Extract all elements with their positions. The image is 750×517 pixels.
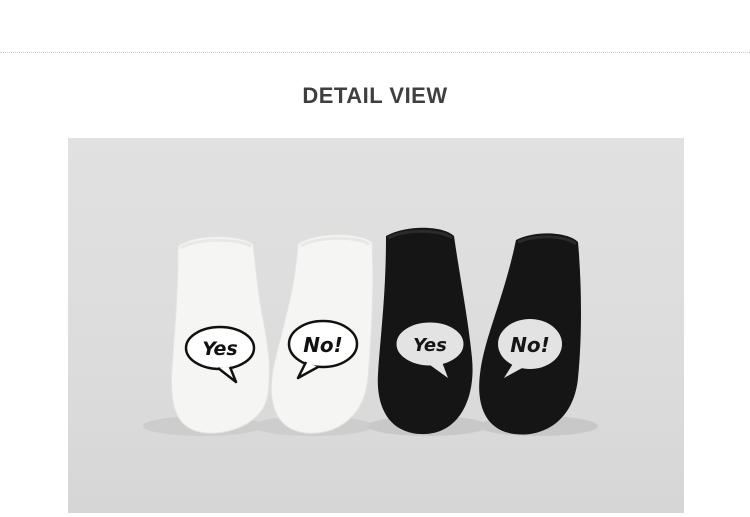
sock-2-bubble-text: No!	[303, 333, 343, 357]
white-sock-no: No!	[270, 234, 374, 434]
white-sock-yes: Yes	[171, 236, 270, 434]
sock-3-bubble-text: Yes	[413, 335, 447, 356]
section-title: DETAIL VIEW	[302, 83, 448, 108]
socks-illustration: Yes No! Yes No!	[143, 227, 598, 436]
black-sock-yes: Yes	[377, 227, 473, 435]
top-divider	[0, 52, 750, 53]
sock-1-bubble-text: Yes	[202, 338, 238, 360]
product-photo: Yes No! Yes No!	[68, 138, 684, 513]
black-sock-no: No!	[479, 233, 581, 435]
sock-4-bubble-text: No!	[510, 333, 550, 357]
